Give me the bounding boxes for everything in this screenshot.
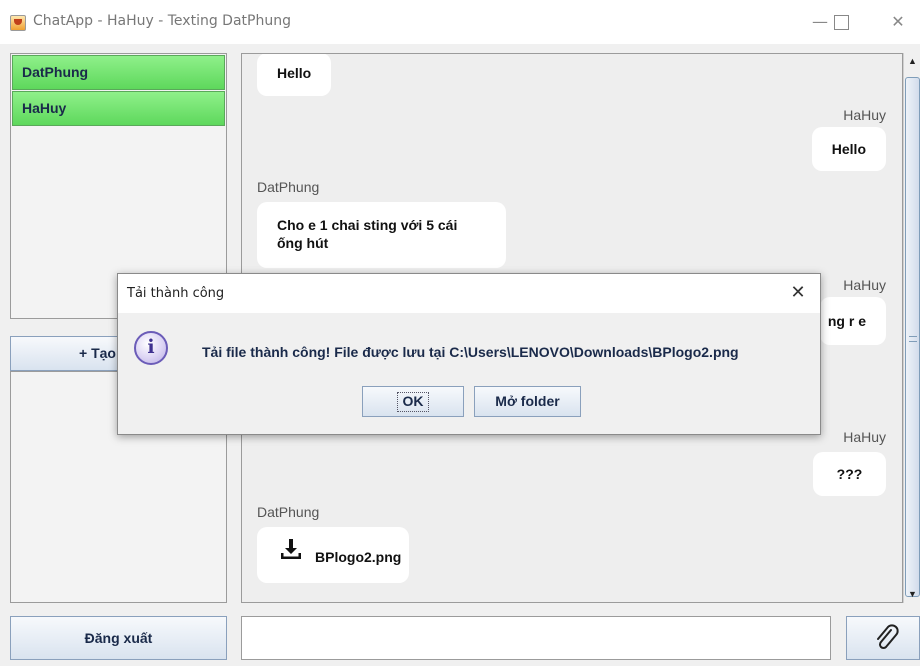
dialog-message: Tải file thành công! File được lưu tại C… — [202, 344, 739, 360]
chat-scrollbar[interactable]: ▲ ▼ — [903, 53, 920, 603]
info-icon: i — [134, 331, 168, 365]
message-bubble: Cho e 1 chai sting với 5 cái ống hút — [257, 202, 506, 268]
window-titlebar: ChatApp - HaHuy - Texting DatPhung — ✕ — [0, 0, 920, 44]
file-message-bubble[interactable]: BPlogo2.png — [257, 527, 409, 583]
contact-item-hahuy[interactable]: HaHuy — [12, 91, 225, 126]
contact-item-datphung[interactable]: DatPhung — [12, 55, 225, 90]
message-text: Hello — [277, 65, 312, 81]
open-folder-button[interactable]: Mở folder — [474, 386, 581, 417]
message-sender: HaHuy — [843, 277, 886, 293]
dialog-close-button[interactable]: ✕ — [784, 280, 812, 306]
maximize-button[interactable] — [826, 8, 856, 36]
dialog-titlebar: Tải thành công ✕ — [118, 274, 820, 313]
message-input[interactable] — [241, 616, 831, 660]
close-window-button[interactable]: ✕ — [880, 8, 916, 36]
message-sender: DatPhung — [257, 504, 320, 520]
scroll-up-icon[interactable]: ▲ — [904, 53, 920, 70]
java-cup-icon — [10, 15, 26, 31]
message-text: ??? — [836, 466, 863, 482]
ok-button[interactable]: OK — [362, 386, 464, 417]
paperclip-icon — [877, 624, 899, 650]
attach-file-button[interactable] — [846, 616, 920, 660]
message-sender: DatPhung — [257, 179, 320, 195]
file-name[interactable]: BPlogo2.png — [315, 548, 401, 566]
message-bubble: Hello — [257, 54, 332, 96]
logout-button[interactable]: Đăng xuất — [10, 616, 227, 660]
message-text-line: ống hút — [277, 235, 329, 251]
message-sender: HaHuy — [843, 429, 886, 445]
message-bubble: ng r e — [819, 297, 886, 345]
window-title: ChatApp - HaHuy - Texting DatPhung — [33, 13, 291, 29]
download-success-dialog: Tải thành công ✕ i Tải file thành công! … — [117, 273, 821, 435]
scroll-thumb[interactable] — [905, 77, 920, 597]
message-sender: HaHuy — [843, 107, 886, 123]
download-icon[interactable] — [279, 537, 303, 561]
message-bubble: Hello — [811, 127, 886, 171]
message-text: ng r e — [827, 313, 866, 329]
message-bubble: ??? — [813, 452, 886, 496]
dialog-title: Tải thành công — [127, 286, 225, 301]
message-text: Hello — [831, 141, 866, 157]
message-text-line: Cho e 1 chai sting với 5 cái — [277, 217, 458, 233]
scroll-down-icon[interactable]: ▼ — [904, 586, 920, 603]
